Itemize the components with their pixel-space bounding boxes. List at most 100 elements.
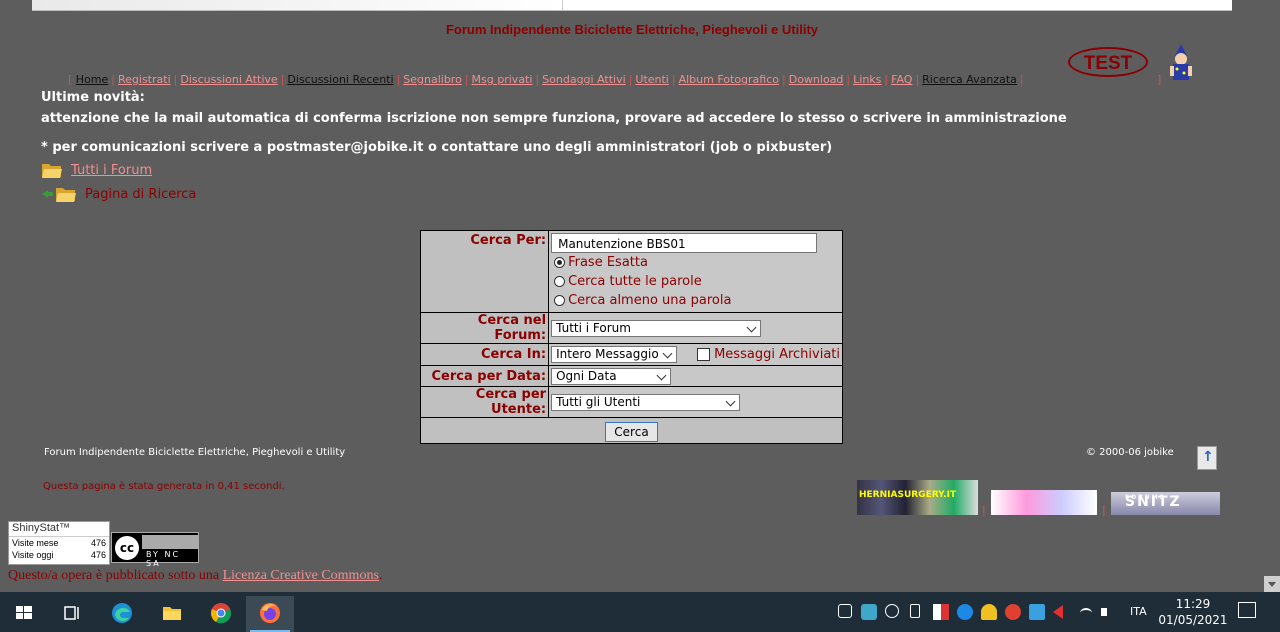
- nav-item-album-fotografico[interactable]: Album Fotografico: [679, 73, 779, 86]
- radio-label: Frase Esatta: [568, 255, 648, 270]
- security-shield-icon[interactable]: [933, 604, 949, 620]
- page-scrollbar[interactable]: [1264, 0, 1280, 592]
- tray-red-arrow-icon[interactable]: [1053, 605, 1063, 619]
- main-nav: [ Home | Registrati | Discussioni Attive | Dis…: [68, 73, 1027, 86]
- news-line: attenzione che la mail automatica di con…: [41, 111, 1067, 126]
- all-forums-link[interactable]: Tutti i Forum: [71, 163, 152, 178]
- notifications-icon[interactable]: [1238, 602, 1256, 618]
- meet-now-icon[interactable]: [838, 604, 852, 618]
- clock-date: 01/05/2021: [1158, 613, 1228, 627]
- nav-item-msg-privati[interactable]: Msg privati: [472, 73, 533, 86]
- nav-separator: |: [628, 73, 633, 86]
- creative-commons-logo[interactable]: cc BY NC SA: [111, 532, 199, 568]
- nav-item-sondaggi-attivi[interactable]: Sondaggi Attivi: [542, 73, 626, 86]
- edge-taskbar-button[interactable]: [98, 596, 146, 632]
- nav-close-bracket: ]: [1157, 73, 1162, 86]
- nav-separator: |: [915, 73, 920, 86]
- radio-any-word[interactable]: Cerca almeno una parola: [551, 291, 840, 310]
- tray-network-app-icon[interactable]: [885, 604, 899, 618]
- sponsor-herniasurgery-banner[interactable]: HERNIASURGERY.IT: [857, 480, 978, 515]
- archived-label: Messaggi Archiviati: [714, 347, 840, 362]
- nav-item-segnalibro[interactable]: Segnalibro: [403, 73, 462, 86]
- nav-item-links[interactable]: Links: [853, 73, 881, 86]
- windows-taskbar: ITA 11:29 01/05/2021: [0, 592, 1280, 632]
- folder-open-icon: [42, 164, 62, 178]
- nav-item-utenti[interactable]: Utenti: [635, 73, 668, 86]
- nav-open-bracket: [: [68, 73, 73, 86]
- search-in-select[interactable]: Intero Messaggio: [551, 346, 678, 363]
- nav-item-discussioni-attive[interactable]: Discussioni Attive: [180, 73, 277, 86]
- license-notice: Questo/a opera è pubblicato sotto una Li…: [8, 568, 382, 584]
- tray-app-icon[interactable]: [861, 604, 877, 620]
- radio-all-words[interactable]: Cerca tutte le parole: [551, 272, 840, 291]
- footer-copyright: © 2000-06 jobike: [1086, 447, 1174, 458]
- radio-button[interactable]: [554, 257, 566, 268]
- separator: |: [982, 503, 986, 516]
- snitz-subtext: FORUMS: [1125, 494, 1166, 501]
- date-select[interactable]: Ogni Data: [551, 367, 672, 385]
- tray-utility-icon[interactable]: [981, 604, 997, 620]
- radio-exact-phrase[interactable]: Frase Esatta: [551, 253, 840, 272]
- teamviewer-icon[interactable]: [957, 604, 973, 620]
- license-suffix: .: [378, 568, 383, 583]
- cc-icon: cc: [115, 536, 139, 560]
- nav-item-home[interactable]: Home: [76, 73, 108, 86]
- usb-icon[interactable]: [910, 604, 920, 618]
- radio-button[interactable]: [554, 276, 566, 287]
- cc-text: BY NC SA: [146, 550, 181, 568]
- tray-sync-icon[interactable]: [1029, 604, 1045, 620]
- nav-separator: |: [782, 73, 786, 86]
- nav-item-discussioni-recenti[interactable]: Discussioni Recenti: [287, 73, 393, 86]
- user-label: Cerca per Utente:: [419, 386, 550, 418]
- radio-label: Cerca tutte le parole: [568, 274, 702, 289]
- license-prefix: Questo/a opera è pubblicato sotto una: [8, 568, 223, 583]
- forum-select[interactable]: Tutti i Forum: [551, 319, 762, 337]
- nav-item-ricerca-avanzata[interactable]: Ricerca Avanzata: [922, 73, 1017, 86]
- nav-separator: |: [671, 73, 676, 86]
- chevron-down-icon: [746, 322, 757, 332]
- start-button[interactable]: [0, 596, 48, 632]
- scroll-down-icon[interactable]: [1264, 576, 1280, 592]
- language-indicator[interactable]: ITA: [1130, 605, 1147, 618]
- wifi-icon[interactable]: [1080, 608, 1092, 618]
- test-logo[interactable]: TEST: [1068, 47, 1148, 77]
- visits-today-label: Visite oggi: [12, 550, 54, 560]
- firefox-taskbar-button[interactable]: [246, 596, 294, 632]
- task-view-button[interactable]: [48, 596, 96, 632]
- sponsor-bike-banner[interactable]: [991, 490, 1097, 515]
- news-line: * per comunicazioni scrivere a postmaste…: [41, 140, 833, 155]
- tray-alert-icon[interactable]: [1005, 604, 1021, 620]
- search-input[interactable]: Manutenzione BBS01: [551, 233, 818, 253]
- radio-button[interactable]: [554, 295, 566, 306]
- user-select[interactable]: Tutti gli Utenti: [551, 393, 741, 411]
- search-in-label: Cerca In:: [419, 343, 550, 366]
- footer-site-name: Forum Indipendente Biciclette Elettriche…: [44, 447, 346, 458]
- date-label: Cerca per Data:: [419, 365, 550, 387]
- nav-item-faq[interactable]: FAQ: [891, 73, 912, 86]
- snitz-forums-logo[interactable]: SNITZ FORUMS: [1111, 492, 1220, 515]
- header-banner: [32, 0, 1232, 11]
- date-select-value: Ogni Data: [556, 368, 617, 383]
- nav-separator: |: [173, 73, 178, 86]
- clock-time: 11:29: [1175, 597, 1211, 611]
- file-explorer-taskbar-button[interactable]: [148, 596, 196, 632]
- search-submit-button[interactable]: Cerca: [605, 421, 658, 442]
- clock[interactable]: 11:29 01/05/2021: [1158, 596, 1228, 628]
- edge-icon: [112, 603, 132, 623]
- license-link[interactable]: Licenza Creative Commons: [223, 568, 379, 583]
- nav-separator: |: [535, 73, 540, 86]
- visits-month-value: 476: [90, 538, 106, 548]
- nav-separator: |: [884, 73, 889, 86]
- chrome-taskbar-button[interactable]: [197, 596, 245, 632]
- shinystat-counter[interactable]: ShinyStat™ Visite mese 476 Visite oggi 476: [8, 521, 110, 565]
- nav-item-registrati[interactable]: Registrati: [118, 73, 171, 86]
- chevron-down-icon: [725, 396, 736, 406]
- nav-item-download[interactable]: Download: [789, 73, 844, 86]
- forum-select-value: Tutti i Forum: [556, 320, 631, 335]
- folder-icon: [163, 607, 181, 620]
- archived-checkbox[interactable]: [697, 348, 711, 361]
- nav-separator: |: [396, 73, 401, 86]
- volume-icon[interactable]: [1101, 608, 1107, 616]
- back-to-top-icon[interactable]: [1197, 446, 1217, 470]
- browser-page: Forum Indipendente Biciclette Elettriche…: [0, 0, 1264, 592]
